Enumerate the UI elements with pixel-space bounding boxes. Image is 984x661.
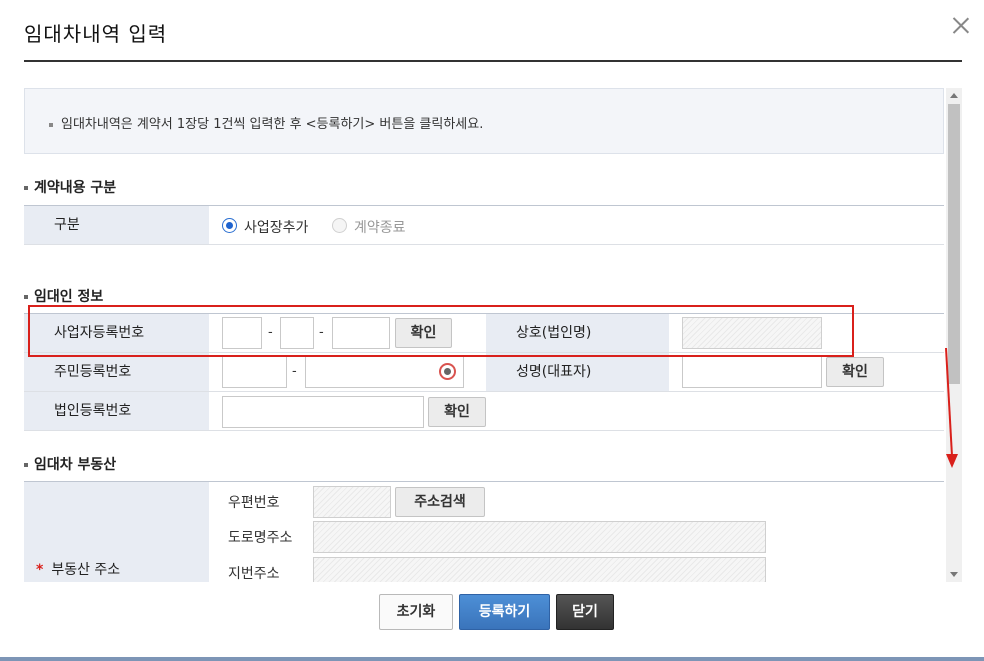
postcode-label: 우편번호 xyxy=(228,495,280,511)
property-address-label: * 부동산 주소 xyxy=(36,562,121,578)
corporate-reg-label: 법인등록번호 xyxy=(24,392,209,430)
required-icon: * xyxy=(36,562,44,578)
radio-contract-end[interactable] xyxy=(332,218,347,233)
lot-address-field xyxy=(313,557,766,582)
notice-text: 임대차내역은 계약서 1장당 1건씩 입력한 후 <등록하기> 버튼을 클릭하세… xyxy=(61,117,484,132)
footer-actions: 초기화 등록하기 닫기 xyxy=(0,594,984,634)
section-title-lessor: 임대인 정보 xyxy=(24,286,103,306)
bullet-icon xyxy=(24,295,28,299)
scroll-thumb[interactable] xyxy=(948,104,960,384)
bottom-border xyxy=(0,657,984,661)
table-row: 주민등록번호 - 성명(대표자) 확인 xyxy=(24,353,944,392)
company-label: 상호(법인명) xyxy=(486,314,669,352)
table-row: 구분 사업장추가 계약종료 xyxy=(24,206,944,245)
red-arrow-icon xyxy=(945,347,958,468)
business-reg-confirm-button[interactable]: 확인 xyxy=(395,318,452,348)
name-confirm-button[interactable]: 확인 xyxy=(826,357,884,387)
bullet-icon xyxy=(24,463,28,467)
table-row: * 부동산 주소 우편번호 주소검색 도로명주소 지번주소 xyxy=(24,482,944,582)
lot-address-label: 지번주소 xyxy=(228,566,280,582)
business-reg-part3-input[interactable] xyxy=(332,317,390,349)
corporate-reg-input[interactable] xyxy=(222,396,424,428)
address-search-button[interactable]: 주소검색 xyxy=(395,487,485,517)
postcode-field xyxy=(313,486,391,518)
property-table: * 부동산 주소 우편번호 주소검색 도로명주소 지번주소 xyxy=(24,481,944,582)
representative-name-input[interactable] xyxy=(682,356,822,388)
corporate-reg-confirm-button[interactable]: 확인 xyxy=(428,397,486,427)
business-reg-part2-input[interactable] xyxy=(280,317,314,349)
dash: - xyxy=(268,325,273,340)
bullet-icon xyxy=(49,122,53,127)
vertical-scrollbar[interactable] xyxy=(946,88,962,582)
close-icon[interactable] xyxy=(950,14,972,36)
resident-reg-label: 주민등록번호 xyxy=(24,353,209,391)
contract-type-table: 구분 사업장추가 계약종료 xyxy=(24,205,944,245)
contract-type-label: 구분 xyxy=(24,206,209,244)
table-row: 사업자등록번호 - - 확인 상호(법인명) xyxy=(24,314,944,353)
register-button[interactable]: 등록하기 xyxy=(459,594,550,630)
notice-box: 임대차내역은 계약서 1장당 1건씩 입력한 후 <등록하기> 버튼을 클릭하세… xyxy=(24,88,944,154)
radio-add-business[interactable] xyxy=(222,218,237,233)
modal-title: 임대차내역 입력 xyxy=(24,22,168,46)
title-divider xyxy=(24,60,962,62)
scroll-down-icon[interactable] xyxy=(950,572,958,577)
scroll-up-icon[interactable] xyxy=(950,93,958,98)
name-label: 성명(대표자) xyxy=(486,353,669,391)
table-row: 법인등록번호 확인 xyxy=(24,392,944,431)
business-reg-part1-input[interactable] xyxy=(222,317,262,349)
dash: - xyxy=(319,325,324,340)
company-name-field xyxy=(682,317,822,349)
dash: - xyxy=(292,364,297,379)
bullet-icon xyxy=(24,186,28,190)
section-title-contract-type: 계약내용 구분 xyxy=(24,177,116,197)
resident-reg-front-input[interactable] xyxy=(222,356,287,388)
eye-icon[interactable] xyxy=(439,363,456,380)
radio-label-contract-end: 계약종료 xyxy=(354,220,406,236)
radio-label-add-business: 사업장추가 xyxy=(244,220,309,236)
road-address-field xyxy=(313,521,766,553)
road-address-label: 도로명주소 xyxy=(228,530,293,546)
reset-button[interactable]: 초기화 xyxy=(379,594,453,630)
business-reg-label: 사업자등록번호 xyxy=(24,314,209,352)
section-title-property: 임대차 부동산 xyxy=(24,454,116,474)
close-button[interactable]: 닫기 xyxy=(556,594,614,630)
lessor-table: 사업자등록번호 - - 확인 상호(법인명) 주민등록번호 - 성명(대표자) … xyxy=(24,313,944,431)
modal-body: 임대차내역은 계약서 1장당 1건씩 입력한 후 <등록하기> 버튼을 클릭하세… xyxy=(24,88,962,582)
